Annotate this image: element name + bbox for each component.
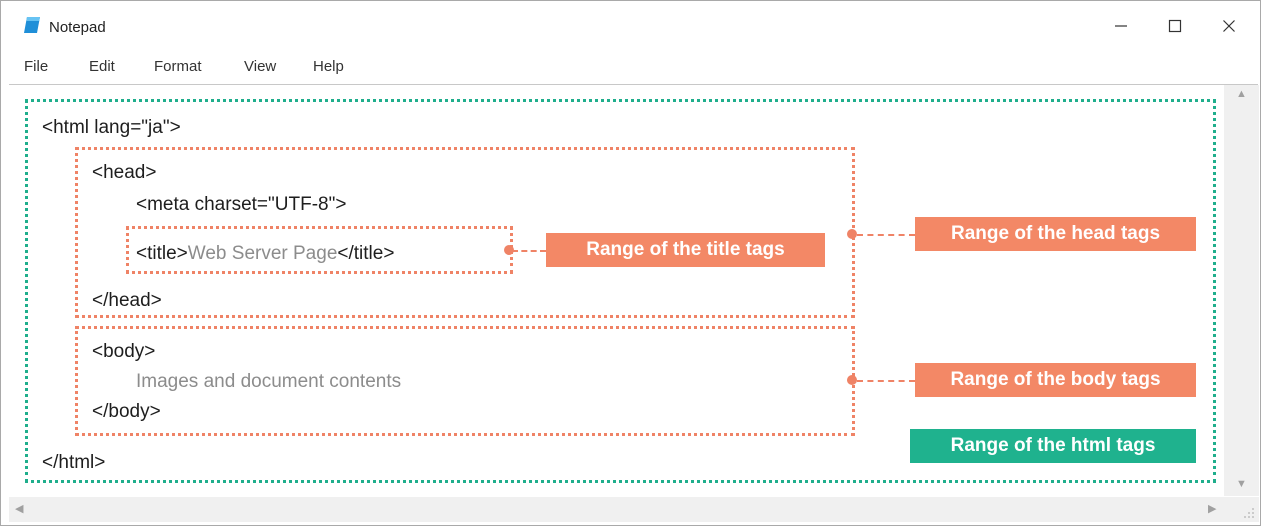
vertical-scrollbar[interactable]: ▲ ▼ xyxy=(1224,85,1259,496)
head-connector-line xyxy=(857,234,915,236)
title-close-tag: </title> xyxy=(337,243,395,264)
code-line-body-text: Images and document contents xyxy=(136,371,402,392)
code-line-body-open: <body> xyxy=(92,341,156,362)
scroll-up-icon[interactable]: ▲ xyxy=(1236,89,1247,100)
title-range-label: Range of the title tags xyxy=(546,233,825,267)
menu-help[interactable]: Help xyxy=(313,58,344,75)
code-line-head-open: <head> xyxy=(92,162,157,183)
menu-format[interactable]: Format xyxy=(154,58,202,75)
title-connector-line xyxy=(512,250,546,252)
title-open-tag: <title> xyxy=(136,243,188,264)
menu-edit[interactable]: Edit xyxy=(89,58,115,75)
minimize-button[interactable] xyxy=(1101,11,1141,41)
title-text: Web Server Page xyxy=(187,243,338,264)
scroll-left-icon[interactable]: ◀ xyxy=(15,504,23,515)
body-connector-dot xyxy=(847,375,857,385)
scroll-down-icon[interactable]: ▼ xyxy=(1236,479,1247,490)
menu-view[interactable]: View xyxy=(244,58,276,75)
code-line-html-close: </html> xyxy=(42,452,106,473)
code-line-title: <title>Web Server Page</title> xyxy=(136,243,394,265)
code-line-body-close: </body> xyxy=(92,401,161,422)
window-title: Notepad xyxy=(49,19,106,36)
minimize-icon xyxy=(1115,25,1127,27)
body-connector-line xyxy=(857,380,915,382)
menu-bar: File Edit Format View Help xyxy=(1,53,601,79)
head-range-label: Range of the head tags xyxy=(915,217,1196,251)
maximize-icon xyxy=(1168,19,1182,33)
code-line-html-open: <html lang="ja"> xyxy=(42,117,181,138)
head-connector-dot xyxy=(847,229,857,239)
body-range-label: Range of the body tags xyxy=(915,363,1196,397)
code-line-head-close: </head> xyxy=(92,290,162,311)
resize-grip-icon xyxy=(1244,508,1254,518)
resize-grip[interactable] xyxy=(1224,497,1259,522)
notepad-app-icon xyxy=(24,17,40,33)
scroll-right-icon[interactable]: ▶ xyxy=(1208,504,1216,515)
close-icon xyxy=(1223,20,1235,32)
menu-file[interactable]: File xyxy=(24,58,48,75)
maximize-button[interactable] xyxy=(1155,11,1195,41)
close-button[interactable] xyxy=(1209,11,1249,41)
title-bar[interactable]: Notepad xyxy=(1,1,1260,45)
horizontal-scrollbar[interactable]: ◀ ▶ xyxy=(9,497,1224,522)
html-range-label: Range of the html tags xyxy=(910,429,1196,463)
code-line-meta: <meta charset="UTF-8"> xyxy=(136,194,347,215)
